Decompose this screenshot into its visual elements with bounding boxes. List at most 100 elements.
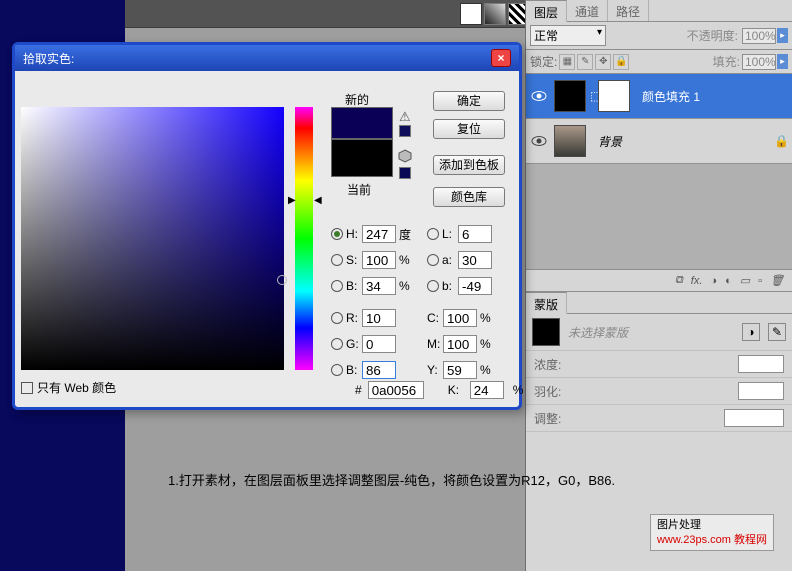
- top-bar: [125, 0, 525, 28]
- h-input[interactable]: [362, 225, 396, 243]
- gradient-icon-1[interactable]: [460, 3, 482, 25]
- radio-g[interactable]: [331, 338, 343, 350]
- blue-input[interactable]: [362, 361, 396, 379]
- s-input[interactable]: [362, 251, 396, 269]
- masks-panel: 蒙版 未选择蒙版 ◑ ✎ 浓度: 羽化: 调整:: [526, 291, 792, 432]
- new-layer-icon[interactable]: ▫: [758, 275, 762, 287]
- density-field[interactable]: [738, 355, 784, 373]
- vector-mask-icon[interactable]: ✎: [768, 323, 786, 341]
- layer-mask-thumb: [598, 80, 630, 112]
- watermark: 图片处理 www.23ps.com 教程网: [650, 514, 774, 551]
- dialog-title: 拾取实色:: [23, 50, 74, 67]
- color-picker-dialog: 拾取实色: × ▶ ◀ 新的 当前 ⚠ 确定 复位 添加到色板 颜色库 H: 度…: [12, 42, 522, 410]
- feather-field[interactable]: [738, 382, 784, 400]
- visibility-eye-icon[interactable]: [530, 89, 548, 104]
- hue-cursor-left: ▶: [288, 195, 296, 206]
- layer-name[interactable]: 颜色填充 1: [634, 88, 788, 105]
- gradient-icon-2[interactable]: [484, 3, 506, 25]
- m-input[interactable]: [443, 335, 477, 353]
- lock-move-icon[interactable]: ✥: [595, 54, 611, 70]
- radio-lab-b[interactable]: [427, 280, 439, 292]
- mask-thumb: [532, 318, 560, 346]
- visibility-eye-icon[interactable]: [530, 134, 548, 149]
- opacity-label: 不透明度:: [687, 27, 738, 44]
- websafe-warning-icon[interactable]: [398, 149, 412, 163]
- current-color-swatch[interactable]: [331, 139, 393, 177]
- close-icon[interactable]: ×: [491, 49, 511, 67]
- gamut-swatch[interactable]: [399, 125, 411, 137]
- websafe-swatch[interactable]: [399, 167, 411, 179]
- tab-layers[interactable]: 图层: [526, 0, 567, 22]
- new-label: 新的: [345, 91, 369, 108]
- feather-label: 羽化:: [534, 383, 561, 400]
- layers-list: ⬚ 颜色填充 1 背景 🔒: [526, 74, 792, 269]
- fill-label: 填充:: [713, 53, 740, 70]
- lock-icon: 🔒: [774, 134, 788, 148]
- fx-icon[interactable]: fx.: [691, 275, 703, 287]
- blend-mode-dropdown[interactable]: 正常: [530, 25, 606, 46]
- sv-cursor[interactable]: [277, 275, 287, 285]
- radio-l[interactable]: [427, 228, 439, 240]
- l-input[interactable]: [458, 225, 492, 243]
- mask-icon[interactable]: ◑: [710, 275, 717, 287]
- trash-icon[interactable]: 🗑: [770, 274, 784, 287]
- add-swatch-button[interactable]: 添加到色板: [433, 155, 505, 175]
- radio-a[interactable]: [427, 254, 439, 266]
- density-label: 浓度:: [534, 356, 561, 373]
- radio-s[interactable]: [331, 254, 343, 266]
- ok-button[interactable]: 确定: [433, 91, 505, 111]
- dialog-titlebar[interactable]: 拾取实色: ×: [15, 45, 519, 71]
- fill-arrow[interactable]: ▸: [777, 54, 788, 69]
- new-color-swatch: [331, 107, 393, 139]
- link-icon: ⬚: [590, 89, 598, 103]
- instruction-caption: 1.打开素材，在图层面板里选择调整图层-纯色，将颜色设置为R12，G0，B86.: [168, 470, 615, 489]
- web-only-label: 只有 Web 颜色: [37, 379, 116, 396]
- opacity-arrow[interactable]: ▸: [777, 28, 788, 43]
- layers-footer: ⧉ fx. ◑ ◐ ▭ ▫ 🗑: [526, 269, 792, 291]
- y-input[interactable]: [443, 361, 477, 379]
- web-only-checkbox[interactable]: [21, 382, 33, 394]
- tab-channels[interactable]: 通道: [567, 0, 608, 21]
- hex-label: #: [355, 383, 362, 397]
- adjustment-icon[interactable]: ◐: [725, 275, 732, 287]
- g-input[interactable]: [362, 335, 396, 353]
- radio-b[interactable]: [331, 280, 343, 292]
- lab-b-input[interactable]: [458, 277, 492, 295]
- panel-tabs: 图层 通道 路径: [526, 0, 792, 22]
- color-libraries-button[interactable]: 颜色库: [433, 187, 505, 207]
- layer-bg-thumb: [554, 125, 586, 157]
- radio-blue[interactable]: [331, 364, 343, 376]
- pixel-mask-icon[interactable]: ◑: [742, 323, 760, 341]
- adjust-label: 调整:: [534, 410, 561, 427]
- radio-h[interactable]: [331, 228, 343, 240]
- tab-masks[interactable]: 蒙版: [526, 292, 567, 314]
- layer-row-bg[interactable]: 背景 🔒: [526, 119, 792, 164]
- hue-slider[interactable]: [295, 107, 313, 370]
- hex-input[interactable]: [368, 381, 424, 399]
- lock-transparent-icon[interactable]: ▦: [559, 54, 575, 70]
- lock-label: 锁定:: [530, 53, 557, 70]
- lock-paint-icon[interactable]: ✎: [577, 54, 593, 70]
- saturation-value-box[interactable]: [21, 107, 284, 370]
- adjust-field[interactable]: [724, 409, 784, 427]
- current-label: 当前: [347, 181, 371, 198]
- layer-row-fill[interactable]: ⬚ 颜色填充 1: [526, 74, 792, 119]
- cancel-button[interactable]: 复位: [433, 119, 505, 139]
- c-input[interactable]: [443, 309, 477, 327]
- folder-icon[interactable]: ▭: [740, 274, 750, 287]
- tab-paths[interactable]: 路径: [608, 0, 649, 21]
- link-layers-icon[interactable]: ⧉: [675, 274, 683, 287]
- a-input[interactable]: [458, 251, 492, 269]
- layer-fill-thumb: [554, 80, 586, 112]
- fill-field[interactable]: 100%: [742, 54, 776, 70]
- k-input[interactable]: [470, 381, 504, 399]
- r-input[interactable]: [362, 309, 396, 327]
- mask-status: 未选择蒙版: [568, 324, 628, 341]
- opacity-field[interactable]: 100%: [742, 28, 776, 44]
- gamut-warning-icon[interactable]: ⚠: [399, 109, 411, 125]
- layer-name[interactable]: 背景: [590, 133, 770, 150]
- brightness-input[interactable]: [362, 277, 396, 295]
- lock-all-icon[interactable]: 🔒: [613, 54, 629, 70]
- hue-cursor-right: ◀: [314, 195, 322, 206]
- radio-r[interactable]: [331, 312, 343, 324]
